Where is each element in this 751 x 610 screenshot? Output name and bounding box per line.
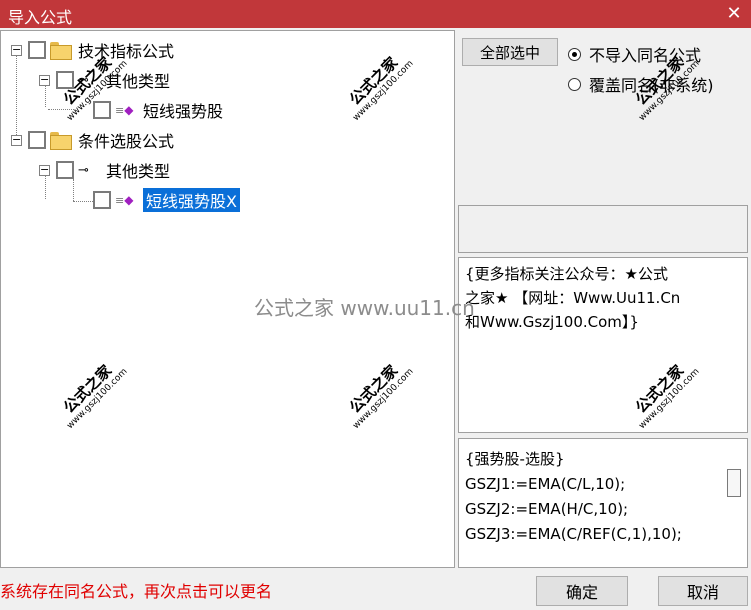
folder-icon (50, 132, 72, 150)
radio-overwrite-duplicates[interactable]: 覆盖同名(非系统) (568, 72, 714, 96)
cancel-button[interactable]: 取消 (658, 576, 748, 606)
tree-node-tech-indicators[interactable]: − 技术指标公式 (11, 37, 174, 63)
tree-node-label: 其他类型 (106, 72, 171, 91)
select-all-button[interactable]: 全部选中 (462, 38, 558, 66)
tree-node-label: 技术指标公式 (78, 42, 175, 61)
tree-checkbox[interactable] (93, 191, 111, 209)
collapse-icon[interactable]: − (39, 74, 50, 86)
tree-connector (73, 201, 93, 202)
code-line: GSZJ3:=EMA(C/REF(C,1),10); (465, 525, 682, 543)
radio-label: 不导入同名公式 (589, 46, 702, 65)
status-message: 系统存在同名公式，再次点击可以更名 (0, 582, 273, 601)
tree-checkbox[interactable] (93, 101, 111, 119)
tree-checkbox[interactable] (56, 71, 74, 89)
collapse-icon[interactable]: − (11, 134, 22, 146)
tree-checkbox[interactable] (28, 41, 46, 59)
title-bar: 导入公式 ✕ (0, 0, 751, 28)
formula-tree[interactable]: − 技术指标公式 − ⊸ 其他类型 ≡◆ 短线强势股 − 条件选股公式 − ⊸ … (0, 30, 455, 568)
info-box (458, 205, 748, 253)
tree-checkbox[interactable] (28, 131, 46, 149)
tree-node-condition-select[interactable]: − 条件选股公式 (11, 127, 174, 153)
description-line: 和Www.Gszj100.Com】} (465, 313, 639, 331)
radio-button[interactable] (568, 77, 581, 91)
tree-node-label-selected: 短线强势股X (143, 188, 240, 212)
formula-gem-icon: ≡◆ (115, 103, 134, 117)
collapse-icon[interactable]: − (11, 44, 22, 56)
scrollbar-thumb[interactable] (727, 469, 741, 497)
code-panel[interactable]: {强势股-选股} GSZJ1:=EMA(C/L,10); GSZJ2:=EMA(… (458, 438, 748, 568)
ok-button[interactable]: 确定 (536, 576, 628, 606)
key-icon: ⊸ (78, 72, 89, 88)
description-line: {更多指标关注公众号：★公式 (465, 265, 668, 283)
tree-node-label: 条件选股公式 (78, 132, 175, 151)
collapse-icon[interactable]: − (39, 164, 50, 176)
tree-node-other-type[interactable]: − ⊸ 其他类型 (39, 67, 170, 93)
tree-node-label: 短线强势股 (143, 102, 224, 121)
tree-connector (48, 109, 74, 110)
window-title: 导入公式 (8, 8, 73, 27)
tree-node-label: 其他类型 (106, 162, 171, 181)
tree-node-short-strong-x[interactable]: ≡◆ 短线强势股X (93, 187, 240, 213)
tree-node-short-strong[interactable]: ≡◆ 短线强势股 (93, 97, 223, 123)
radio-skip-duplicates[interactable]: 不导入同名公式 (568, 42, 701, 66)
key-icon: ⊸ (78, 162, 89, 178)
code-line: GSZJ2:=EMA(H/C,10); (465, 500, 629, 518)
close-icon[interactable]: ✕ (723, 3, 745, 25)
radio-button-checked[interactable] (568, 47, 581, 61)
radio-label: 覆盖同名(非系统) (589, 76, 714, 95)
tree-checkbox[interactable] (56, 161, 74, 179)
code-line: GSZJ1:=EMA(C/L,10); (465, 475, 626, 493)
folder-icon (50, 42, 72, 60)
code-line: {强势股-选股} (465, 450, 565, 468)
description-line: 之家★ 【网址：Www.Uu11.Cn (465, 289, 681, 307)
tree-node-other-type[interactable]: − ⊸ 其他类型 (39, 157, 170, 183)
formula-gem-icon: ≡◆ (115, 193, 134, 207)
description-panel: {更多指标关注公众号：★公式 之家★ 【网址：Www.Uu11.Cn 和Www.… (458, 257, 748, 433)
